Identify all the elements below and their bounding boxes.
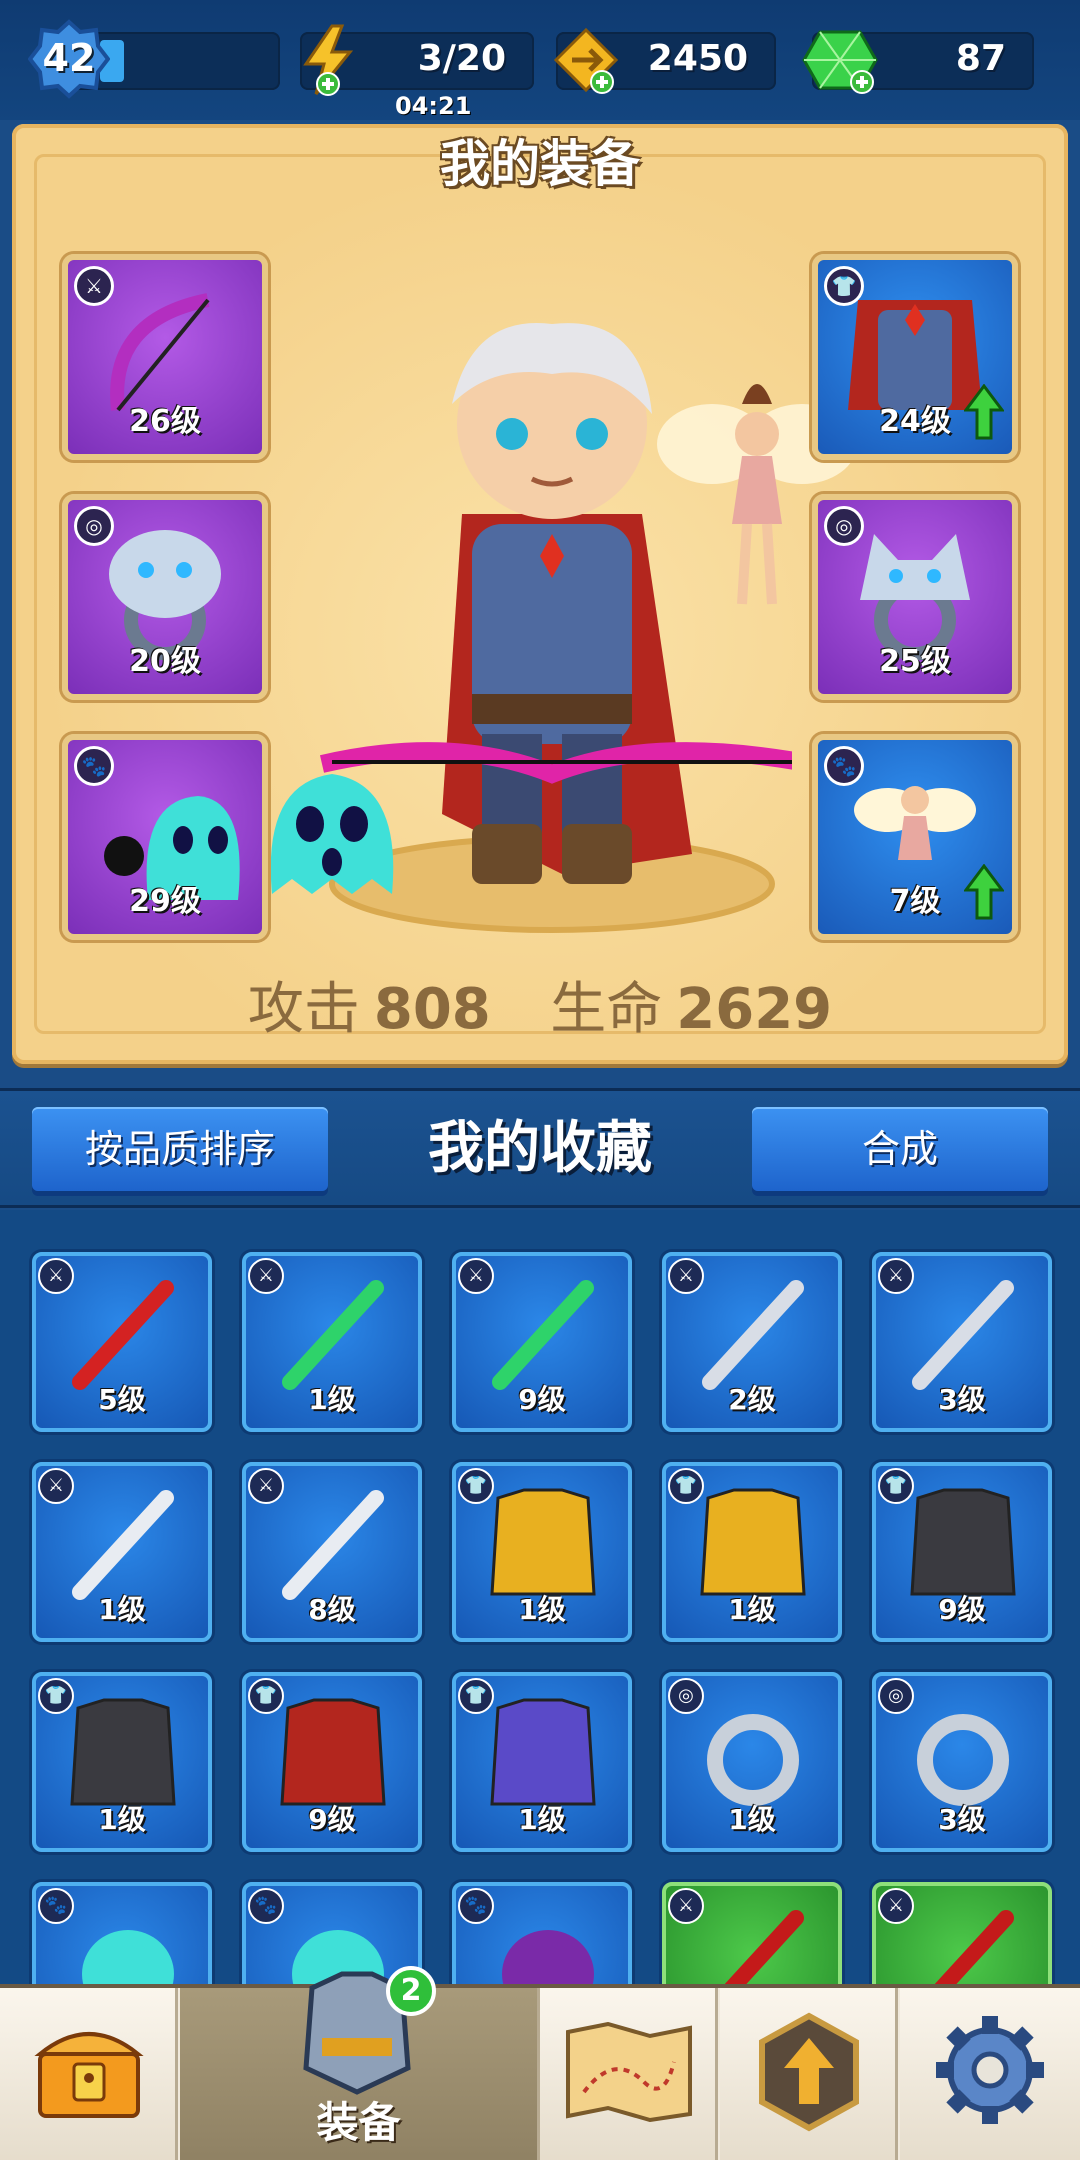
collection-title: 我的收藏 — [428, 1116, 652, 1181]
gem-icon[interactable] — [800, 26, 880, 96]
eagle-ring-icon — [707, 1714, 799, 1806]
dark-vest-icon — [910, 1488, 1016, 1596]
gold-value: 2450 — [647, 38, 748, 79]
equip-slot-pet-2[interactable]: 🐾 7级 — [812, 734, 1018, 940]
collection-item-sword[interactable]: ⚔ 2级 — [662, 1252, 842, 1432]
sword-icon — [912, 1280, 1014, 1390]
lightning-icon[interactable] — [298, 24, 358, 96]
nav-label-equipment: 装备 — [316, 2098, 401, 2147]
slot-level: 25级 — [879, 644, 951, 679]
collection-item-red-scythe[interactable]: ⚔ — [872, 1882, 1052, 1990]
gold-armor-icon — [490, 1488, 596, 1596]
slot-level: 26级 — [129, 404, 201, 439]
equip-slot-armor[interactable]: 👕 24级 — [812, 254, 1018, 460]
slot-level: 20级 — [129, 644, 201, 679]
equip-slot-ring[interactable]: ◎ 20级 — [62, 494, 268, 700]
gold-ticket-icon[interactable] — [550, 26, 622, 96]
eagle-ring-icon — [917, 1714, 1009, 1806]
chest-icon — [34, 2032, 144, 2118]
collection-item-ghost-pet[interactable]: 🐾 — [32, 1882, 212, 1990]
collection-item-green-scythe[interactable]: ⚔ 1级 — [242, 1252, 422, 1432]
purple-robe-icon — [490, 1698, 596, 1806]
item-level: 1级 — [728, 1593, 776, 1626]
gold-armor-icon — [700, 1488, 806, 1596]
red-cape-armor-icon — [280, 1698, 386, 1806]
collection-item-green-scythe[interactable]: ⚔ 9级 — [452, 1252, 632, 1432]
item-level: 3级 — [938, 1803, 986, 1836]
equipment-panel: 我的装备 ⚔ 26级 ◎ 20级 🐾 29级 👕 24级 ◎ 25级 🐾 7级 … — [12, 124, 1068, 1064]
nav-tab-upgrade[interactable] — [720, 1988, 898, 2160]
item-level: 1级 — [98, 1593, 146, 1626]
energy-timer: 04:21 — [395, 92, 472, 120]
collection-grid: ⚔ 5级 ⚔ 1级 ⚔ 9级 ⚔ 2级 ⚔ 3级 ⚔ 1级 ⚔ 8级 👕 1级 👕 1级 👕 9级 👕 1级 👕 9级 👕 1级 ◎… — [0, 1210, 1080, 1990]
gems-value: 87 — [955, 38, 1006, 79]
item-level: 2级 — [728, 1383, 776, 1416]
collection-item-gold-armor[interactable]: 👕 1级 — [452, 1462, 632, 1642]
item-level: 3级 — [938, 1383, 986, 1416]
item-level: 1级 — [98, 1803, 146, 1836]
green-scythe-icon — [492, 1280, 594, 1390]
top-bar: 42 3/20 04:21 2450 87 — [0, 0, 1080, 120]
slot-level: 7级 — [889, 884, 941, 919]
collection-item-bat-pet[interactable]: 🐾 — [452, 1882, 632, 1990]
shuriken-icon — [72, 1490, 174, 1600]
collection-item-red-bow[interactable]: ⚔ 5级 — [32, 1252, 212, 1432]
equip-slot-pet[interactable]: 🐾 29级 — [62, 734, 268, 940]
upgrade-icon — [759, 2012, 859, 2132]
item-level: 5级 — [98, 1383, 146, 1416]
slot-level: 24级 — [879, 404, 951, 439]
collection-item-eagle-ring[interactable]: ◎ 1级 — [662, 1672, 842, 1852]
item-level: 1级 — [518, 1593, 566, 1626]
player-level-badge[interactable]: 42 — [27, 18, 111, 100]
equipment-title: 我的装备 — [440, 135, 640, 193]
sword-icon — [702, 1280, 804, 1390]
collection-item-eagle-ring[interactable]: ◎ 3级 — [872, 1672, 1052, 1852]
nav-tab-map[interactable] — [540, 1988, 718, 2160]
collection-item-dark-vest[interactable]: 👕 9级 — [872, 1462, 1052, 1642]
collection-item-purple-robe[interactable]: 👕 1级 — [452, 1672, 632, 1852]
red-bow-icon — [72, 1280, 174, 1390]
slot-level: 29级 — [129, 884, 201, 919]
item-level: 1级 — [728, 1803, 776, 1836]
energy-value: 3/20 — [417, 38, 506, 79]
item-level: 1级 — [518, 1803, 566, 1836]
nav-tab-chest[interactable] — [0, 1988, 178, 2160]
green-scythe-icon — [282, 1280, 384, 1390]
collection-item-shuriken[interactable]: ⚔ 1级 — [32, 1462, 212, 1642]
equipment-notification-badge: 2 — [386, 1966, 436, 2016]
merge-button[interactable]: 合成 — [752, 1107, 1048, 1191]
red-scythe-icon — [719, 1910, 804, 1990]
equip-slot-weapon[interactable]: ⚔ 26级 — [62, 254, 268, 460]
red-scythe-icon — [929, 1910, 1014, 1990]
bat-pet-icon — [502, 1930, 594, 1990]
hp-label: 生命 — [550, 977, 663, 1042]
attack-value: 808 — [373, 977, 491, 1042]
player-level: 42 — [42, 36, 96, 80]
item-level: 8级 — [308, 1593, 356, 1626]
hero-stats: 攻击 808 生命 2629 — [12, 964, 1068, 1045]
collection-item-sword[interactable]: ⚔ 3级 — [872, 1252, 1052, 1432]
nav-tab-equipment[interactable]: 装备 — [180, 1971, 540, 2160]
item-level: 1级 — [308, 1383, 356, 1416]
hp-value: 2629 — [676, 977, 833, 1042]
collection-header: 按品质排序 我的收藏 合成 — [0, 1088, 1080, 1208]
ghost-pet-icon — [82, 1930, 174, 1990]
item-level: 9级 — [518, 1383, 566, 1416]
item-level: 9级 — [308, 1803, 356, 1836]
collection-item-dark-vest[interactable]: 👕 1级 — [32, 1672, 212, 1852]
attack-label: 攻击 — [247, 977, 360, 1042]
collection-item-red-scythe[interactable]: ⚔ — [662, 1882, 842, 1990]
collection-item-gold-armor[interactable]: 👕 1级 — [662, 1462, 842, 1642]
gear-icon — [936, 2016, 1044, 2124]
sort-by-quality-button[interactable]: 按品质排序 — [32, 1107, 328, 1191]
shuriken-icon — [282, 1490, 384, 1600]
nav-tab-settings[interactable] — [900, 1988, 1080, 2160]
bottom-nav: 装备 — [0, 1971, 1080, 2160]
equip-slot-ring-2[interactable]: ◎ 25级 — [812, 494, 1018, 700]
item-level: 9级 — [938, 1593, 986, 1626]
collection-item-red-cape-armor[interactable]: 👕 9级 — [242, 1672, 422, 1852]
dark-vest-icon — [70, 1698, 176, 1806]
map-icon — [566, 2022, 692, 2122]
collection-item-shuriken[interactable]: ⚔ 8级 — [242, 1462, 422, 1642]
